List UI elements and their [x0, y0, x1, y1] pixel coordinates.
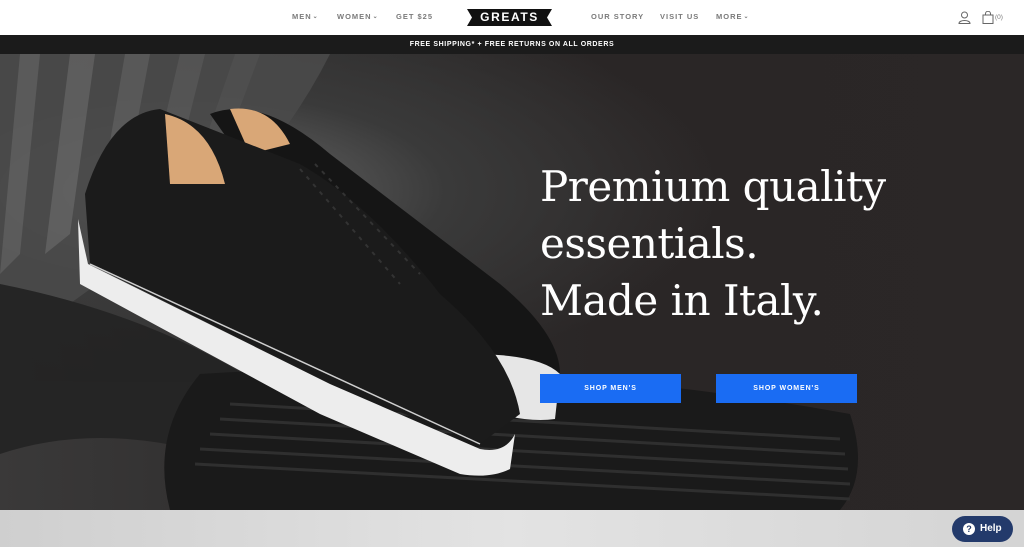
- nav-women[interactable]: WOMEN⌄: [337, 12, 379, 21]
- nav-men-label: MEN: [292, 12, 312, 21]
- announcement-bar: FREE SHIPPING* + FREE RETURNS ON ALL ORD…: [0, 35, 1024, 54]
- brand-logo[interactable]: GREATS: [467, 9, 552, 26]
- headline-line-2: essentials.: [540, 219, 759, 268]
- nav-visit-us[interactable]: VISIT US: [660, 12, 699, 21]
- shop-mens-button[interactable]: SHOP MEN'S: [540, 374, 681, 403]
- cart-count[interactable]: (0): [995, 14, 1003, 21]
- nav-more[interactable]: MORE⌄: [716, 12, 750, 21]
- help-button[interactable]: ? Help: [952, 516, 1013, 542]
- nav-get-25[interactable]: GET $25: [396, 12, 433, 21]
- chevron-down-icon: ⌄: [372, 14, 379, 20]
- nav-men[interactable]: MEN⌄: [292, 12, 319, 21]
- headline-line-3: Made in Italy.: [540, 276, 824, 325]
- nav-our-story-label: OUR STORY: [591, 12, 645, 21]
- shopping-bag-icon[interactable]: [982, 10, 994, 24]
- announcement-text[interactable]: FREE SHIPPING* + FREE RETURNS ON ALL ORD…: [410, 41, 615, 48]
- help-label: Help: [980, 523, 1002, 534]
- headline-line-1: Premium quality: [540, 162, 886, 211]
- hero-headline: Premium quality essentials. Made in Ital…: [540, 158, 1000, 329]
- top-navigation: MEN⌄ WOMEN⌄ GET $25 GREATS OUR STORY VIS…: [0, 0, 1024, 35]
- next-section-preview: [0, 510, 1024, 547]
- nav-our-story[interactable]: OUR STORY: [591, 12, 644, 21]
- nav-more-label: MORE: [716, 12, 743, 21]
- nav-visit-us-label: VISIT US: [660, 12, 700, 21]
- logo-text: GREATS: [480, 10, 539, 24]
- chevron-down-icon: ⌄: [312, 14, 319, 20]
- user-icon[interactable]: [958, 11, 971, 24]
- shop-womens-button[interactable]: SHOP WOMEN'S: [716, 374, 857, 403]
- nav-get-25-label: GET $25: [396, 12, 434, 21]
- hero-banner: Premium quality essentials. Made in Ital…: [0, 54, 1024, 510]
- chevron-down-icon: ⌄: [743, 14, 750, 20]
- nav-women-label: WOMEN: [337, 12, 372, 21]
- question-mark-icon: ?: [963, 523, 975, 535]
